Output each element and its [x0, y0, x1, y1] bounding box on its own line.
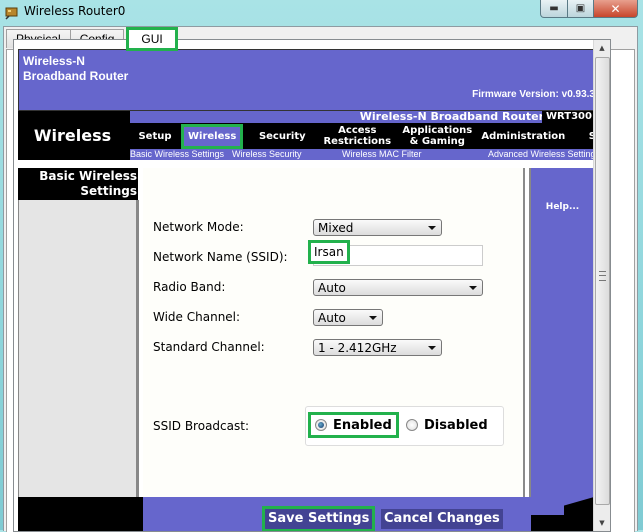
submenu: Basic Wireless Settings Wireless Securit…: [130, 149, 594, 160]
ssid-broadcast-label: SSID Broadcast:: [153, 419, 249, 433]
submenu-advanced-wireless-settings[interactable]: Advanced Wireless Settings: [488, 149, 594, 160]
minimize-button[interactable]: ▬: [540, 0, 568, 18]
settings-form: Network Mode: Mixed Network Name (SSID):…: [143, 168, 525, 497]
window-titlebar: Wireless Router0 ▬ ▣ ✕: [0, 0, 643, 25]
close-button[interactable]: ✕: [594, 0, 638, 18]
window-controls: ▬ ▣ ✕: [540, 0, 638, 18]
menu-wireless[interactable]: Wireless: [180, 123, 244, 149]
radio-unchecked-icon[interactable]: [406, 419, 418, 431]
sidebar: [18, 200, 139, 497]
vertical-scrollbar[interactable]: ▲ ▼: [593, 40, 610, 531]
menu-access-restrictions[interactable]: Access Restrictions: [321, 125, 393, 147]
close-icon: ✕: [610, 1, 621, 16]
enabled-label: Enabled: [333, 417, 392, 433]
maximize-button[interactable]: ▣: [568, 0, 594, 18]
product-strip: Wireless-N Broadband Router WRT300: [130, 111, 594, 123]
help-link[interactable]: Help...: [531, 202, 594, 212]
radio-checked-icon[interactable]: [315, 419, 327, 431]
sidebar-heading-line2: Settings: [80, 184, 137, 198]
window-title: Wireless Router0: [24, 4, 126, 18]
wide-channel-label: Wide Channel:: [153, 310, 241, 324]
main-navigation: Wireless Wireless-N Broadband Router WRT…: [18, 111, 594, 160]
network-mode-select[interactable]: Mixed: [313, 219, 442, 236]
router-brand: Wireless-N Broadband Router: [23, 54, 128, 84]
footer-actions: Save Settings Cancel Changes: [143, 497, 531, 531]
chevron-down-icon: [369, 316, 377, 320]
disabled-label: Disabled: [424, 417, 488, 433]
radio-band-select[interactable]: Auto: [313, 279, 483, 296]
router-header: Wireless-N Broadband Router Firmware Ver…: [18, 49, 594, 111]
grip-icon: [599, 271, 606, 281]
router-page: Wireless-N Broadband Router Firmware Ver…: [14, 40, 594, 531]
chevron-down-icon: [469, 286, 477, 290]
wide-channel-value: Auto: [318, 311, 346, 325]
ssid-broadcast-enabled[interactable]: Enabled: [308, 412, 399, 438]
footer-left: [18, 497, 143, 531]
menu-applications-gaming[interactable]: Applications & Gaming: [393, 125, 481, 147]
cancel-changes-button[interactable]: Cancel Changes: [381, 509, 503, 529]
menu-security[interactable]: Security: [243, 131, 321, 142]
scroll-up-icon[interactable]: ▲: [594, 40, 610, 56]
sidebar-heading: Basic Wireless Settings: [18, 168, 138, 200]
menu-status[interactable]: Status: [565, 131, 594, 142]
maximize-icon: ▣: [575, 3, 586, 14]
top-menu: Setup Wireless Security Access Restricti…: [130, 123, 594, 149]
standard-channel-label: Standard Channel:: [153, 340, 265, 354]
brand-line1: Wireless-N: [23, 54, 85, 68]
ssid-broadcast-radio-group: Enabled Disabled: [305, 406, 504, 446]
network-mode-label: Network Mode:: [153, 220, 244, 234]
scroll-down-icon[interactable]: ▼: [594, 515, 610, 531]
standard-channel-value: 1 - 2.412GHz: [318, 341, 397, 355]
firmware-version: Firmware Version: v0.93.3: [472, 89, 594, 100]
router-web-view: Wireless-N Broadband Router Firmware Ver…: [13, 39, 611, 532]
minimize-icon: ▬: [549, 3, 559, 14]
sidebar-heading-line1: Basic Wireless: [39, 169, 137, 183]
product-name: Wireless-N Broadband Router: [359, 110, 544, 123]
network-mode-value: Mixed: [318, 221, 354, 235]
ssid-input[interactable]: Irsan: [308, 240, 483, 266]
help-panel: Help...: [529, 168, 594, 497]
radio-band-value: Auto: [318, 281, 346, 295]
submenu-basic-wireless-settings[interactable]: Basic Wireless Settings: [130, 149, 224, 160]
tab-gui[interactable]: GUI: [126, 27, 178, 51]
ssid-label: Network Name (SSID):: [153, 250, 288, 264]
submenu-wireless-mac-filter[interactable]: Wireless MAC Filter: [342, 149, 422, 160]
scrollbar-thumb[interactable]: [595, 57, 610, 505]
ssid-broadcast-disabled[interactable]: Disabled: [406, 415, 488, 435]
submenu-wireless-security[interactable]: Wireless Security: [232, 149, 302, 160]
wide-channel-select[interactable]: Auto: [313, 309, 383, 326]
radio-band-label: Radio Band:: [153, 280, 226, 294]
model-number: WRT300: [542, 111, 594, 123]
standard-channel-select[interactable]: 1 - 2.412GHz: [313, 339, 442, 356]
section-title: Wireless: [33, 126, 112, 145]
chevron-down-icon: [428, 346, 436, 350]
ssid-value: Irsan: [308, 240, 350, 264]
router-app-icon: [5, 7, 18, 20]
help-panel-corner: [531, 497, 594, 531]
brand-line2: Broadband Router: [23, 69, 129, 83]
menu-setup[interactable]: Setup: [130, 131, 180, 142]
save-settings-button[interactable]: Save Settings: [261, 506, 376, 531]
menu-administration[interactable]: Administration: [481, 131, 565, 142]
chevron-down-icon: [428, 226, 436, 230]
